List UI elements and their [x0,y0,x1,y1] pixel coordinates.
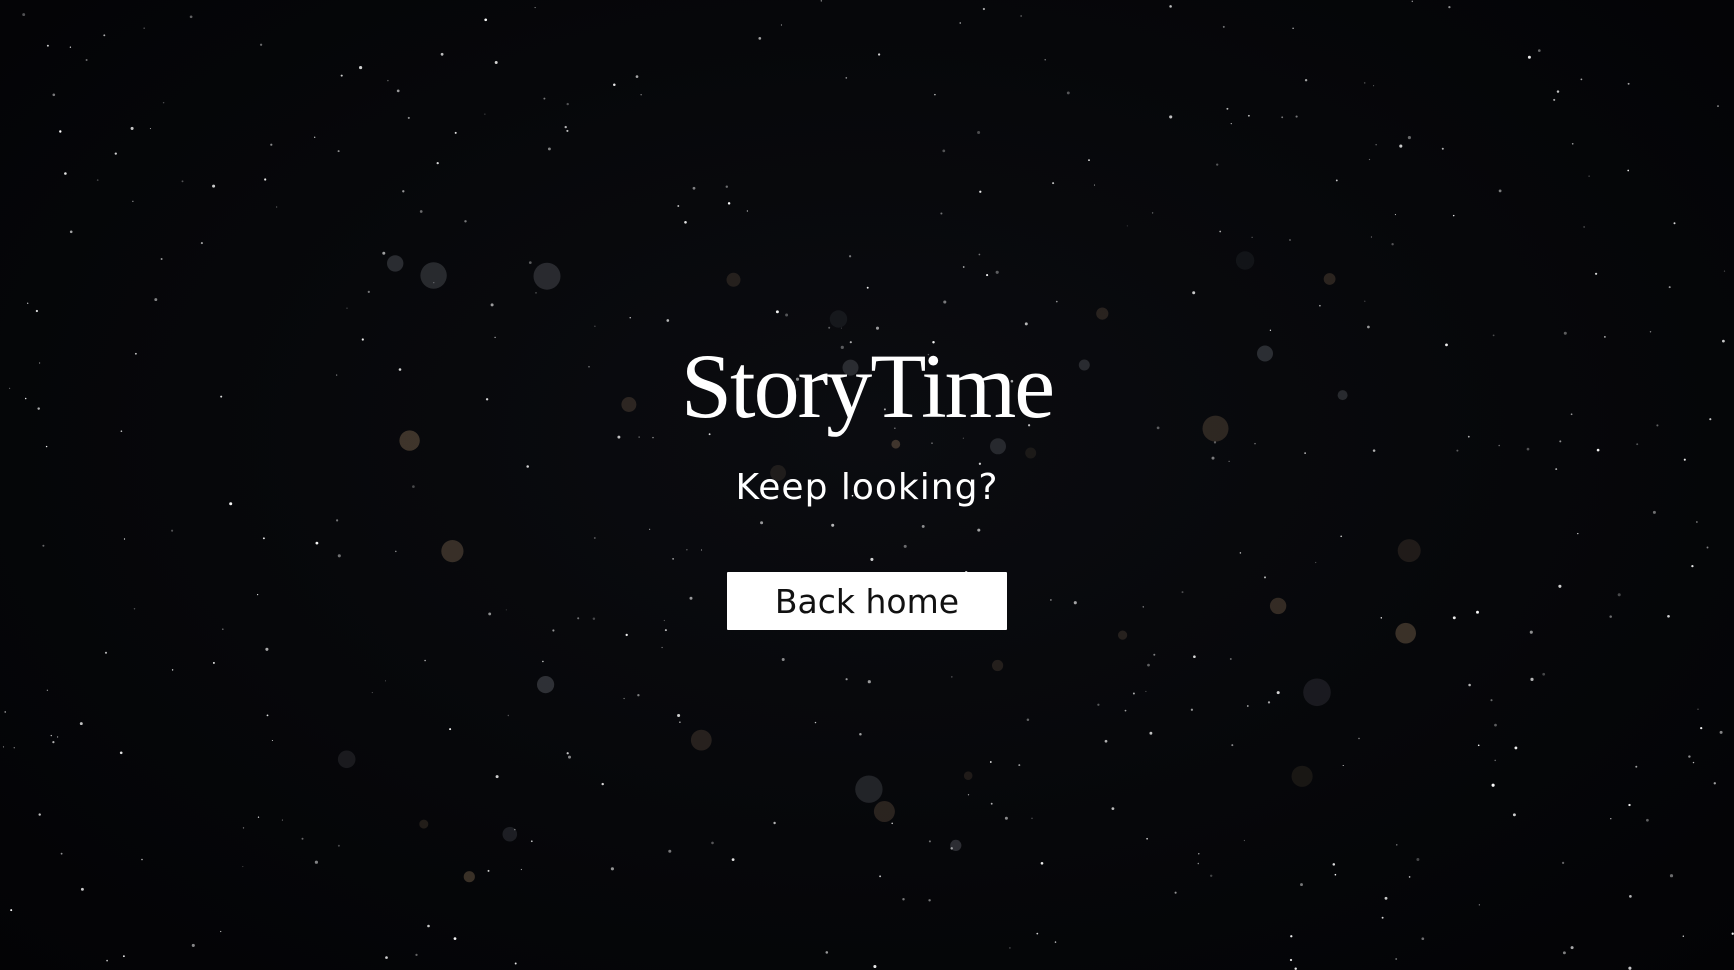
content-center: StoryTime Keep looking? Back home [0,0,1734,970]
back-home-button[interactable]: Back home [727,572,1007,630]
storytime-logo[interactable]: StoryTime [681,340,1055,432]
tagline-text: Keep looking? [735,467,999,508]
back-home-label: Back home [774,581,960,621]
not-found-page: StoryTime Keep looking? Back home [0,0,1734,970]
